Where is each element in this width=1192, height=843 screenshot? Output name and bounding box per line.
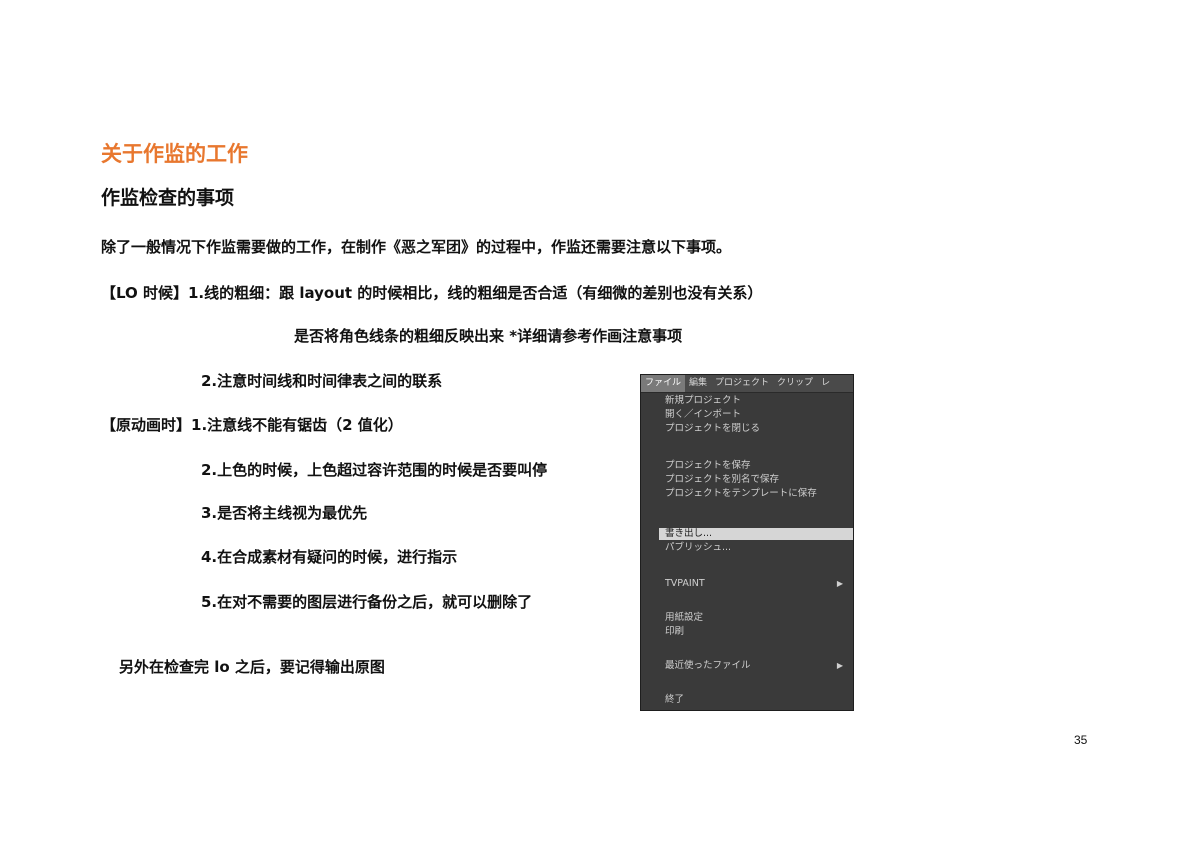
menu-item-export: 書き出し...: [659, 528, 853, 540]
menubar-project: プロジェクト: [715, 378, 770, 388]
menu-item-save-as: プロジェクトを別名で保存: [665, 474, 780, 485]
genga-item-4: 4.在合成素材有疑问的时候，进行指示: [201, 548, 458, 566]
menubar-edit: 編集: [689, 378, 708, 388]
submenu-arrow-icon: ▶: [836, 579, 843, 588]
subsection-title: 作监检查的事项: [101, 187, 235, 209]
genga-item-1: 【原动画时】1.注意线不能有锯齿（2 值化）: [101, 416, 403, 434]
menu-item-save-project: プロジェクトを保存: [665, 460, 751, 471]
genga-item-5: 5.在对不需要的图层进行备份之后，就可以删除了: [201, 593, 533, 611]
menu-item-print: 印刷: [665, 626, 685, 637]
menu-item-publish: パブリッシュ...: [665, 542, 732, 553]
menubar-layer: レ: [821, 378, 831, 388]
menu-item-recent-files: 最近使ったファイル ▶: [665, 660, 849, 672]
lo-item-1-continuation: 是否将角色线条的粗细反映出来 *详细请参考作画注意事项: [294, 327, 683, 345]
section-title: 关于作监的工作: [101, 142, 248, 166]
menu-item-open-import: 開く／インポート: [665, 409, 742, 420]
menu-item-recent-files-label: 最近使ったファイル: [665, 660, 751, 671]
submenu-arrow-icon: ▶: [836, 661, 843, 670]
menu-item-quit: 終了: [665, 694, 685, 705]
menubar-clip: クリップ: [777, 378, 814, 388]
menu-item-save-template: プロジェクトをテンプレートに保存: [665, 488, 817, 499]
footer-note: 另外在检查完 lo 之后，要记得输出原图: [119, 658, 385, 676]
menu-item-tvpaint: TVPAINT ▶: [665, 578, 849, 590]
menu-item-page-setup: 用紙設定: [665, 612, 704, 623]
genga-item-2: 2.上色的时候，上色超过容许范围的时候是否要叫停: [201, 461, 548, 479]
file-menu-screenshot: ファイル 編集 プロジェクト クリップ レ 新規プロジェクト 開く／インポート …: [640, 374, 854, 711]
menu-item-tvpaint-label: TVPAINT: [665, 578, 705, 589]
menu-item-new-project: 新規プロジェクト: [665, 395, 742, 406]
genga-item-3: 3.是否将主线视为最优先: [201, 504, 368, 522]
menubar-file: ファイル: [641, 375, 686, 392]
page-number: 35: [1074, 733, 1088, 747]
menubar: ファイル 編集 プロジェクト クリップ レ: [641, 375, 853, 393]
intro-paragraph: 除了一般情况下作监需要做的工作，在制作《恶之军团》的过程中，作监还需要注意以下事…: [101, 238, 732, 256]
lo-item-2: 2.注意时间线和时间律表之间的联系: [201, 372, 443, 390]
lo-item-1: 【LO 时候】1.线的粗细：跟 layout 的时候相比，线的粗细是否合适（有细…: [101, 284, 763, 302]
menu-item-close-project: プロジェクトを閉じる: [665, 423, 761, 434]
